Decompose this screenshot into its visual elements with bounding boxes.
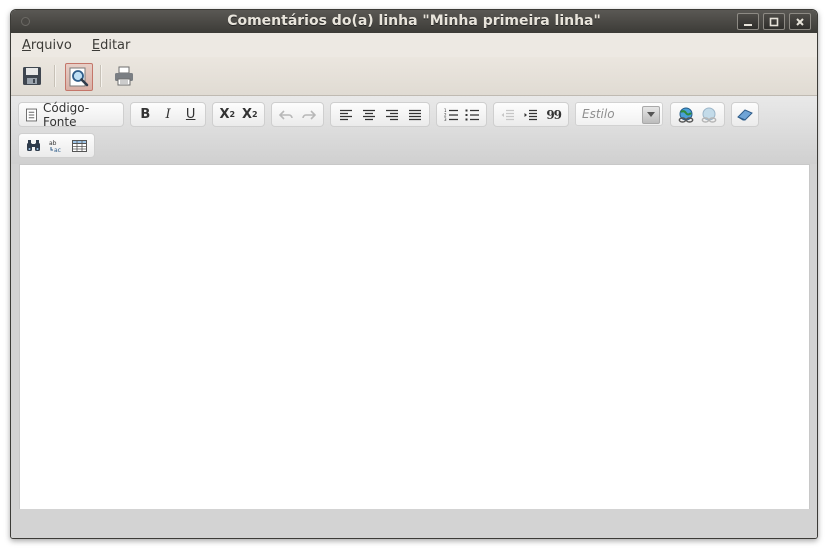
preview-icon [69,67,89,87]
toolbar-separator [54,65,56,87]
align-right-icon [385,109,398,120]
bulleted-list-button[interactable] [462,104,484,125]
close-button[interactable] [789,13,811,30]
save-icon [23,67,41,85]
menu-arquivo-label: rquivo [30,38,72,53]
source-button[interactable]: Código-Fonte [22,101,120,129]
subscript-button[interactable]: X2 [216,104,239,125]
window-title: Comentários do(a) linha "Minha primeira … [227,13,601,29]
close-icon [796,17,804,26]
italic-button[interactable]: I [157,104,180,125]
svg-text:ab: ab [49,140,57,147]
minimize-button[interactable] [737,13,759,30]
menu-editar-mnemonic: E [91,38,101,53]
binoculars-icon [27,140,40,151]
indent-icon [524,109,537,120]
redo-icon [301,109,316,120]
eraser-icon [737,108,753,121]
comments-window: Comentários do(a) linha "Minha primeira … [10,9,818,539]
source-label: Código-Fonte [42,100,90,129]
remove-format-button[interactable] [735,104,755,125]
outdent-icon [501,109,515,120]
subscript-index: 2 [229,110,236,119]
list-group: 1 2 3 [436,102,487,127]
numbered-list-button[interactable]: 1 2 3 [440,104,462,125]
maximize-icon [769,17,779,26]
source-icon [26,108,37,121]
style-combo[interactable]: Estilo [575,102,663,126]
chevron-down-icon [647,112,655,117]
main-toolbar [11,57,817,96]
align-center-icon [362,109,375,120]
unlink-globe-icon [701,107,716,123]
indent-button[interactable] [520,104,543,125]
indent-group: 99 [493,102,569,127]
svg-text:ac: ac [54,147,61,153]
underline-button[interactable]: U [179,104,202,125]
minimize-icon [744,23,752,26]
basic-style-group: B I U [130,102,206,127]
redo-button[interactable] [298,104,321,125]
menu-arquivo[interactable]: Arquivo [22,38,72,53]
status-bar [11,509,817,538]
bold-button[interactable]: B [134,104,157,125]
toolbar-separator [100,65,102,87]
align-justify-icon [408,109,421,120]
replace-button[interactable]: ab ac [45,135,68,156]
align-center-button[interactable] [357,104,380,125]
subscript-label: X [219,107,230,122]
menu-arquivo-mnemonic: A [22,38,31,53]
undo-redo-group [271,102,324,127]
preview-button[interactable] [65,63,93,91]
title-bar[interactable]: Comentários do(a) linha "Minha primeira … [11,10,817,33]
align-left-button[interactable] [334,104,357,125]
svg-text:3: 3 [444,117,447,121]
undo-button[interactable] [275,104,298,125]
menu-editar[interactable]: Editar [92,38,131,53]
print-button[interactable] [111,63,137,89]
link-globe-icon [678,107,693,123]
undo-icon [279,109,294,120]
bulleted-list-icon [465,109,480,121]
source-group: Código-Fonte [18,101,124,129]
align-right-button[interactable] [380,104,403,125]
superscript-button[interactable]: X2 [239,104,262,125]
numbered-list-icon: 1 2 3 [444,108,458,121]
window-controls [737,13,811,30]
link-button[interactable] [674,104,697,125]
table-icon [72,139,87,152]
superscript-label: X [241,107,252,122]
maximize-button[interactable] [763,13,785,30]
menu-bar: Arquivo Editar [11,33,817,57]
align-group [330,102,430,127]
unlink-button[interactable] [697,104,720,125]
link-group [670,102,725,127]
menu-editar-label: ditar [100,38,131,53]
editor-toolbar: Código-Fonte B I U X2 X2 1 2 3 99 Estilo… [11,96,817,164]
rich-text-editor[interactable] [19,164,810,510]
align-left-icon [339,109,352,120]
align-justify-button[interactable] [403,104,426,125]
style-combo-placeholder: Estilo [582,107,615,121]
find-button[interactable] [22,135,45,156]
script-group: X2 X2 [212,102,265,127]
table-button[interactable] [68,135,91,156]
outdent-button[interactable] [497,104,520,125]
replace-icon: ab ac [49,140,61,153]
style-combo-arrow[interactable] [642,106,660,124]
print-icon [115,66,133,86]
tools-group: ab ac [18,133,95,158]
superscript-index: 2 [251,110,258,119]
save-button[interactable] [19,63,45,89]
format-group [731,102,759,127]
blockquote-button[interactable]: 99 [542,104,565,125]
